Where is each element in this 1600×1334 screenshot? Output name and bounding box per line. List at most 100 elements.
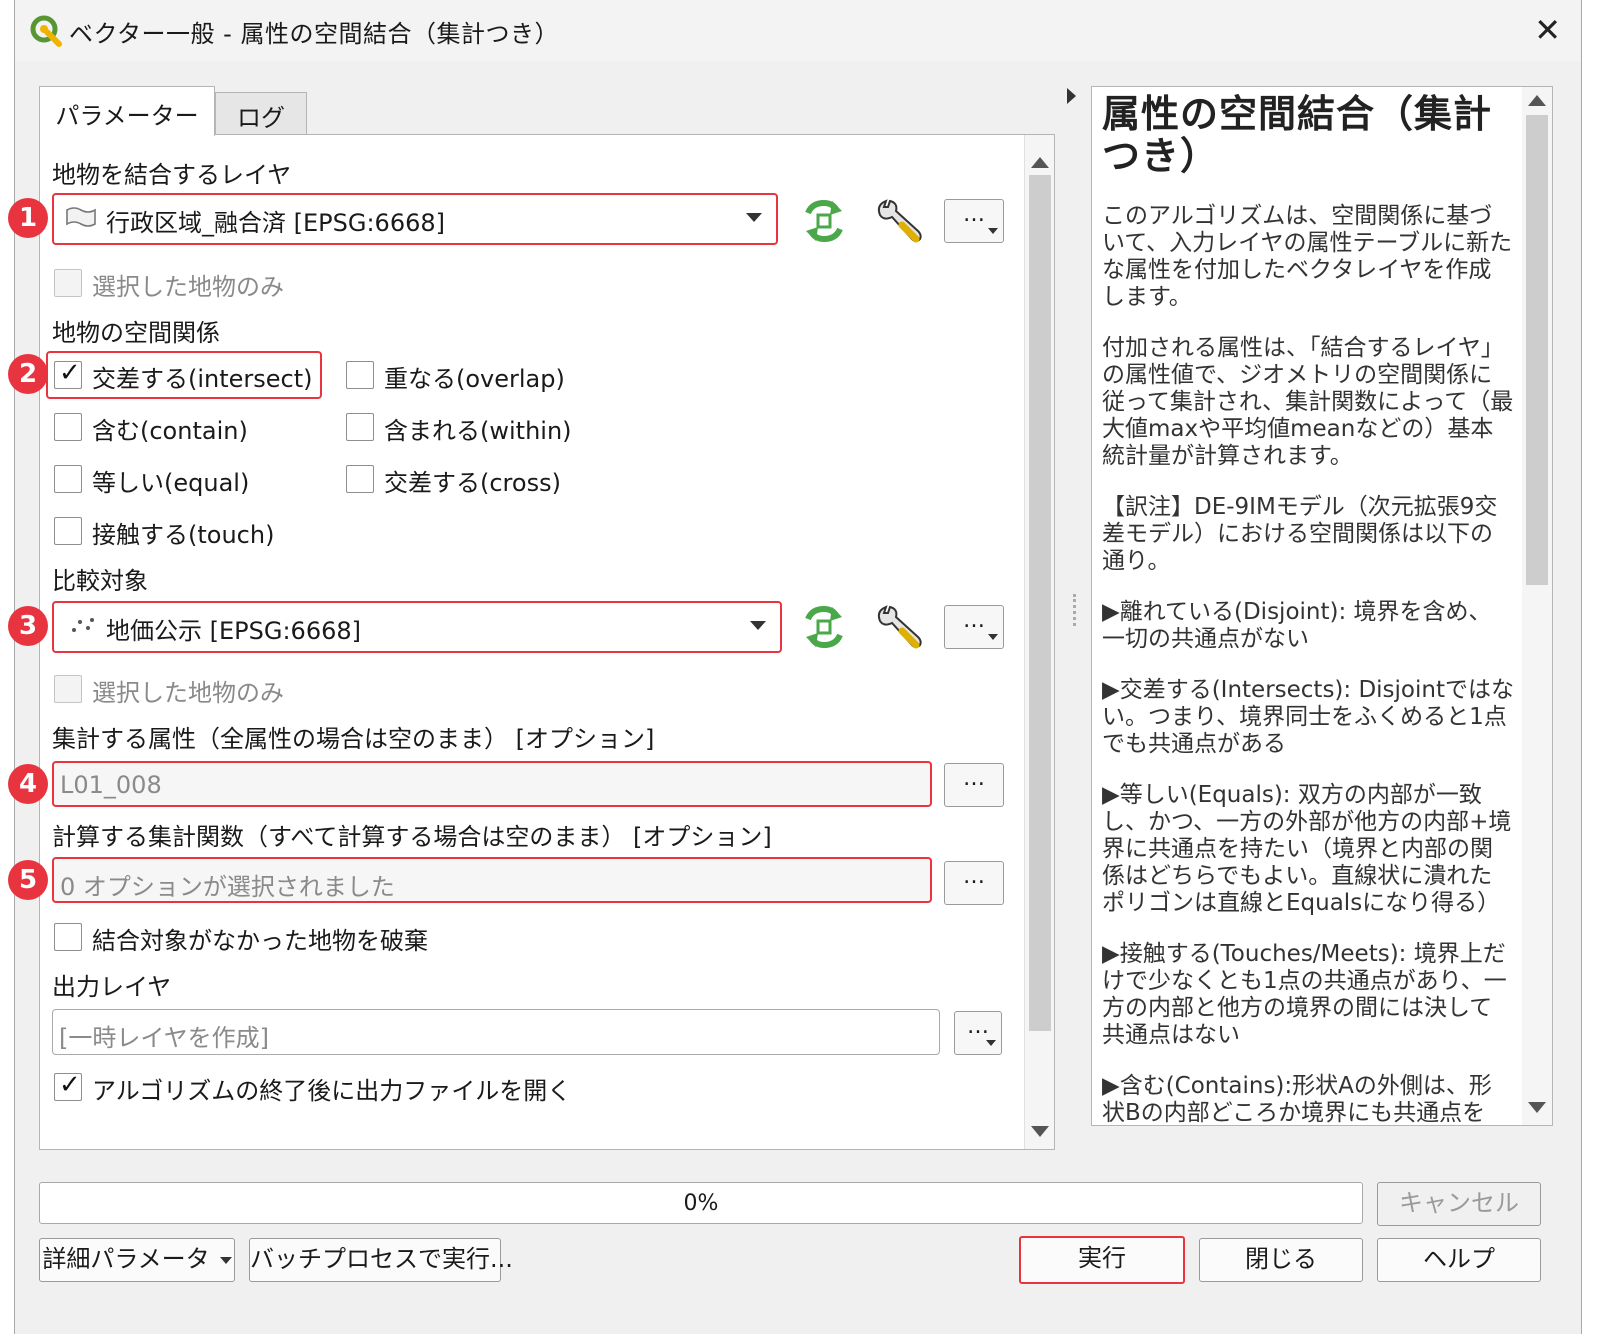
predicate-label-equal: 等しい(equal) bbox=[92, 469, 250, 497]
progress-bar: 0% bbox=[39, 1182, 1363, 1224]
fields-value: L01_008 bbox=[60, 771, 162, 799]
predicate-checkbox-contain[interactable] bbox=[54, 413, 82, 441]
dots-text: … bbox=[963, 864, 985, 889]
predicate-label-cross: 交差する(cross) bbox=[384, 469, 561, 497]
open-output-label: アルゴリズムの終了後に出力ファイルを開く bbox=[92, 1077, 572, 1105]
close-icon[interactable]: ✕ bbox=[1534, 14, 1561, 46]
wrench-icon[interactable] bbox=[872, 601, 924, 653]
checkmark-icon: ✓ bbox=[59, 358, 81, 388]
annotation-marker-1: 1 bbox=[8, 198, 48, 238]
dots-text: … bbox=[963, 202, 985, 227]
output-layer-label: 出力レイヤ bbox=[52, 973, 172, 1001]
scrollbar-thumb[interactable] bbox=[1526, 115, 1548, 585]
compare-layer-value: 地価公示 [EPSG:6668] bbox=[106, 617, 361, 645]
open-output-checkbox[interactable]: ✓ bbox=[54, 1070, 82, 1101]
help-scrollbar[interactable] bbox=[1522, 87, 1552, 1125]
join-layer-options-button[interactable]: … bbox=[944, 199, 1004, 243]
help-paragraph: ▶等しい(Equals): 双方の内部が一致し、かつ、一方の外部が他方の内部+境… bbox=[1102, 782, 1512, 916]
checkmark-icon: ✓ bbox=[59, 1070, 81, 1100]
discard-nonmatching-label: 結合対象がなかった地物を破棄 bbox=[92, 927, 428, 955]
polygon-layer-icon bbox=[66, 207, 96, 227]
cancel-button[interactable]: キャンセル bbox=[1377, 1182, 1541, 1226]
predicate-label: 地物の空間関係 bbox=[52, 319, 220, 347]
tab-parameters[interactable]: パラメーター bbox=[39, 86, 215, 136]
output-layer-placeholder: [一時レイヤを作成] bbox=[59, 1024, 270, 1052]
scroll-down-icon[interactable] bbox=[1528, 1102, 1546, 1113]
predicate-label-contain: 含む(contain) bbox=[92, 417, 248, 445]
join-layer-value: 行政区域_融合済 [EPSG:6668] bbox=[106, 209, 445, 237]
dots-text: … bbox=[963, 608, 985, 633]
annotation-marker-2: 2 bbox=[8, 354, 48, 394]
output-layer-options-button[interactable]: … bbox=[954, 1011, 1002, 1055]
window-title: ベクター一般 - 属性の空間結合（集計つき） bbox=[69, 20, 559, 48]
fields-label: 集計する属性（全属性の場合は空のまま） [オプション] bbox=[52, 725, 655, 753]
wrench-icon[interactable] bbox=[872, 195, 924, 247]
selected-only-checkbox-1[interactable] bbox=[54, 269, 82, 297]
parameters-scrollbar[interactable] bbox=[1024, 135, 1054, 1149]
dots-text: … bbox=[967, 1014, 989, 1039]
dropdown-caret-icon bbox=[219, 1256, 232, 1264]
join-layer-combo[interactable]: 行政区域_融合済 [EPSG:6668] bbox=[52, 193, 778, 245]
dropdown-caret-icon bbox=[988, 634, 998, 640]
advanced-parameters-button[interactable]: 詳細パラメータ bbox=[39, 1238, 235, 1282]
selected-only-checkbox-2[interactable] bbox=[54, 675, 82, 703]
predicate-checkbox-overlap[interactable] bbox=[346, 361, 374, 389]
annotation-marker-4: 4 bbox=[8, 764, 48, 804]
close-button[interactable]: 閉じる bbox=[1199, 1238, 1363, 1282]
help-paragraph: 【訳注】DE-9IMモデル（次元拡張9交差モデル）における空間関係は以下の通り。 bbox=[1102, 494, 1498, 574]
compare-layer-combo[interactable]: 地価公示 [EPSG:6668] bbox=[52, 601, 782, 653]
collapse-help-arrow-icon[interactable] bbox=[1067, 88, 1076, 104]
compare-layer-options-button[interactable]: … bbox=[944, 605, 1004, 649]
predicate-label-touch: 接触する(touch) bbox=[92, 521, 275, 549]
tab-log[interactable]: ログ bbox=[215, 92, 307, 134]
fields-input[interactable]: L01_008 bbox=[52, 761, 932, 807]
help-content: 属性の空間結合（集計つき） このアルゴリズムは、空間関係に基づいて、入力レイヤの… bbox=[1102, 92, 1514, 1126]
iterate-refresh-icon[interactable] bbox=[798, 195, 850, 247]
annotation-marker-5: 5 bbox=[8, 860, 48, 900]
fields-select-button[interactable]: … bbox=[944, 763, 1004, 807]
annotation-marker-3: 3 bbox=[8, 606, 48, 646]
help-paragraph: 付加される属性は、「結合するレイヤ」の属性値で、ジオメトリの空間関係に従って集計… bbox=[1102, 335, 1514, 469]
summaries-select-button[interactable]: … bbox=[944, 861, 1004, 905]
scrollbar-thumb[interactable] bbox=[1029, 175, 1051, 1031]
qgis-logo-icon bbox=[30, 15, 62, 47]
title-bar: ベクター一般 - 属性の空間結合（集計つき） ✕ bbox=[15, 0, 1581, 62]
predicate-checkbox-touch[interactable] bbox=[54, 517, 82, 545]
run-button[interactable]: 実行 bbox=[1019, 1236, 1185, 1284]
discard-nonmatching-checkbox[interactable] bbox=[54, 923, 82, 951]
point-layer-icon bbox=[72, 618, 94, 632]
predicate-label-overlap: 重なる(overlap) bbox=[384, 365, 565, 393]
help-paragraph: ▶含む(Contains):形状Aの外側は、形状Bの内部どころか境界にも共通点を bbox=[1102, 1073, 1492, 1126]
output-layer-input[interactable]: [一時レイヤを作成] bbox=[52, 1009, 940, 1055]
splitter-handle[interactable] bbox=[1073, 594, 1076, 626]
compare-label: 比較対象 bbox=[52, 567, 148, 595]
help-paragraph: ▶離れている(Disjoint): 境界を含め、一切の共通点がない bbox=[1102, 599, 1492, 652]
summaries-input[interactable]: 0 オプションが選択されました bbox=[52, 857, 932, 903]
predicate-checkbox-within[interactable] bbox=[346, 413, 374, 441]
iterate-refresh-icon[interactable] bbox=[798, 601, 850, 653]
predicate-checkbox-cross[interactable] bbox=[346, 465, 374, 493]
scroll-up-icon[interactable] bbox=[1031, 157, 1049, 168]
help-button[interactable]: ヘルプ bbox=[1377, 1238, 1541, 1282]
progress-text: 0% bbox=[683, 1191, 719, 1216]
help-title: 属性の空間結合（集計つき） bbox=[1102, 92, 1493, 178]
help-paragraph: ▶交差する(Intersects): Disjointではない。つまり、境界同士… bbox=[1102, 677, 1514, 757]
predicate-label-within: 含まれる(within) bbox=[384, 417, 572, 445]
scroll-down-icon[interactable] bbox=[1031, 1126, 1049, 1137]
chevron-down-icon bbox=[750, 621, 766, 630]
join-layer-label: 地物を結合するレイヤ bbox=[52, 161, 292, 189]
predicate-checkbox-equal[interactable] bbox=[54, 465, 82, 493]
selected-only-label-2: 選択した地物のみ bbox=[92, 679, 284, 707]
scroll-up-icon[interactable] bbox=[1528, 95, 1546, 106]
dots-text: … bbox=[963, 766, 985, 791]
help-paragraph: ▶接触する(Touches/Meets): 境界上だけで少なくとも1点の共通点が… bbox=[1102, 941, 1507, 1048]
advanced-parameters-label: 詳細パラメータ bbox=[42, 1245, 210, 1273]
predicate-checkbox-intersect[interactable]: ✓ bbox=[54, 358, 82, 389]
batch-process-button[interactable]: バッチプロセスで実行... bbox=[249, 1238, 513, 1282]
parameters-content: 地物を結合するレイヤ 行政区域_融合済 [EPSG:6668] … 選択した地物… bbox=[40, 135, 1016, 1149]
help-paragraph: このアルゴリズムは、空間関係に基づいて、入力レイヤの属性テーブルに新たな属性を付… bbox=[1102, 203, 1513, 310]
chevron-down-icon bbox=[746, 213, 762, 222]
parameters-panel: 地物を結合するレイヤ 行政区域_融合済 [EPSG:6668] … 選択した地物… bbox=[39, 134, 1055, 1150]
summaries-value: 0 オプションが選択されました bbox=[60, 873, 395, 901]
summaries-label: 計算する集計関数（すべて計算する場合は空のまま） [オプション] bbox=[52, 823, 772, 851]
